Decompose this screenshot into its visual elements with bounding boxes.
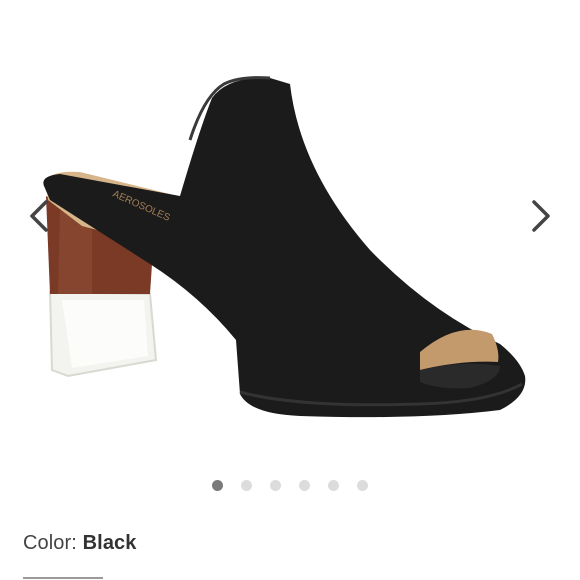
image-gallery[interactable]: AEROSOLES xyxy=(0,0,580,470)
carousel-dot-1[interactable] xyxy=(212,479,223,491)
chevron-right-icon xyxy=(532,200,550,232)
color-value: Black xyxy=(82,532,137,554)
chevron-left-icon xyxy=(30,200,48,232)
color-selection: Color: Black xyxy=(23,532,137,555)
carousel-dot-5[interactable] xyxy=(328,479,339,491)
color-divider xyxy=(23,577,103,579)
carousel-dot-2[interactable] xyxy=(241,479,252,491)
product-image: AEROSOLES xyxy=(43,76,526,418)
carousel-dots xyxy=(0,478,580,492)
color-label: Color: xyxy=(23,532,77,554)
carousel-dot-4[interactable] xyxy=(299,479,310,491)
carousel-dot-6[interactable] xyxy=(357,479,368,491)
previous-image-button[interactable] xyxy=(26,196,54,236)
next-image-button[interactable] xyxy=(526,196,554,236)
carousel-dot-3[interactable] xyxy=(270,479,281,491)
